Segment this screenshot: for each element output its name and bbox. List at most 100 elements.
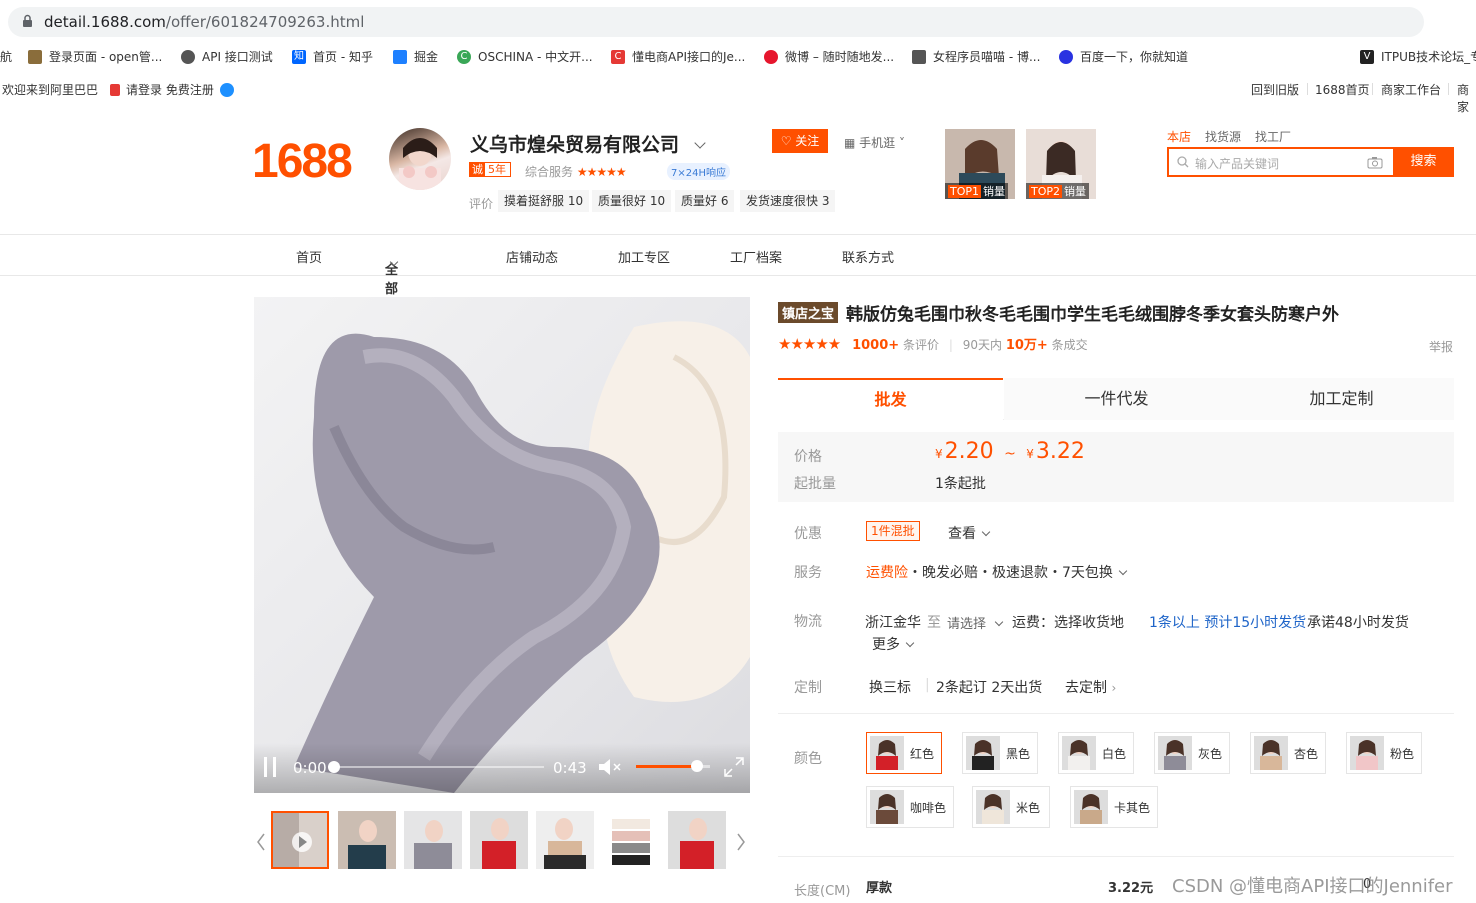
bookmark-item[interactable]: API 接口测试	[181, 48, 273, 65]
nav-contact[interactable]: 联系方式	[842, 247, 894, 266]
nav-processing[interactable]: 加工专区	[618, 247, 670, 266]
globe-icon	[181, 49, 195, 64]
volume-knob[interactable]	[690, 760, 703, 772]
color-option[interactable]: 咖啡色	[866, 786, 954, 828]
bookmark-item[interactable]: 微博 – 随时随地发...	[764, 48, 894, 65]
thumbnail-image[interactable]	[536, 811, 594, 869]
top-product-thumb[interactable]: TOP2 销量	[1026, 129, 1096, 199]
login-link[interactable]: 请登录 免费注册	[110, 81, 234, 98]
rating-tag[interactable]: 摸着挺舒服 10	[498, 190, 590, 212]
shop-avatar[interactable]	[389, 128, 451, 190]
logistics-label: 物流	[794, 614, 822, 630]
color-option-label: 灰色	[1198, 746, 1223, 761]
pause-icon[interactable]	[263, 757, 277, 777]
thumbnail-video[interactable]	[271, 811, 329, 869]
bookmark-favicon-icon	[28, 49, 42, 64]
url-text[interactable]: detail.1688.com/offer/601824709263.html	[44, 13, 364, 31]
bookmark-item[interactable]: 航	[0, 48, 12, 65]
go-custom-link[interactable]: 去定制 ›	[1065, 677, 1116, 697]
thumbnail-image[interactable]	[602, 811, 660, 869]
color-option[interactable]: 红色	[866, 732, 942, 774]
swatch-image	[976, 790, 1010, 824]
merchant-workbench-link[interactable]: 商家工作台	[1381, 81, 1441, 98]
tab-custom-processing[interactable]: 加工定制	[1229, 378, 1454, 420]
site-logo[interactable]: 1688	[252, 134, 353, 189]
bookmark-item[interactable]: C 懂电商API接口的Je...	[611, 48, 745, 65]
swatch-image	[870, 790, 904, 824]
blog-icon	[912, 49, 926, 64]
video-progress-knob[interactable]	[328, 761, 340, 773]
tab-find-source[interactable]: 找货源	[1205, 130, 1241, 144]
thumbnail-image[interactable]	[404, 811, 462, 869]
cheng-badge: 诚 5年	[469, 162, 511, 177]
color-option[interactable]: 杏色	[1250, 732, 1326, 774]
search-button[interactable]: 搜索	[1393, 147, 1454, 177]
color-option[interactable]: 灰色	[1154, 732, 1230, 774]
color-option[interactable]: 黑色	[962, 732, 1038, 774]
custom-item: 2条起订 2天出货	[936, 680, 1043, 696]
promo-tag: 1件混批	[866, 521, 920, 541]
rating-tag[interactable]: 质量好 6	[675, 190, 735, 212]
divider: |	[925, 677, 930, 693]
color-option[interactable]: 粉色	[1346, 732, 1422, 774]
promo-view-button[interactable]: 查看	[948, 523, 991, 543]
bookmark-item[interactable]: 百度一下，你就知道	[1059, 48, 1188, 65]
destination-select[interactable]: 请选择	[947, 613, 1004, 632]
company-name[interactable]: 义乌市煌朵贸易有限公司	[470, 130, 706, 157]
top-product-thumb[interactable]: TOP1 销量	[945, 129, 1015, 199]
product-video-player[interactable]: 0:00 0:43	[254, 297, 750, 793]
tab-find-factory[interactable]: 找工厂	[1255, 130, 1291, 144]
bookmark-item[interactable]: V ITPUB技术论坛_专	[1360, 48, 1476, 65]
tab-wholesale[interactable]: 批发	[778, 378, 1003, 420]
divider	[778, 713, 1454, 714]
nav-home[interactable]: 首页	[296, 247, 322, 266]
service-items[interactable]: 运费险・晚发必赔・极速退款・7天包换	[866, 562, 1128, 582]
price-label: 价格	[794, 449, 822, 465]
thumbnail-image[interactable]	[338, 811, 396, 869]
color-option-label: 咖啡色	[910, 800, 947, 815]
report-link[interactable]: 举报	[1429, 338, 1453, 355]
tab-this-shop[interactable]: 本店	[1167, 130, 1191, 144]
rating-tag[interactable]: 发货速度很快 3	[740, 190, 836, 212]
search-input[interactable]: 输入产品关键词	[1167, 147, 1393, 177]
mute-icon[interactable]	[598, 757, 624, 777]
swatch-image	[1062, 736, 1096, 770]
chevron-left-icon[interactable]	[256, 833, 266, 851]
bookmark-item[interactable]: C OSCHINA - 中文开...	[457, 48, 593, 65]
old-version-link[interactable]: 回到旧版	[1251, 81, 1299, 98]
treasure-badge: 镇店之宝	[778, 302, 839, 323]
ship-promise: 承诺48小时发货	[1307, 615, 1409, 631]
more-logistics-button[interactable]: 更多	[872, 634, 915, 654]
origin-city: 浙江金华	[865, 615, 921, 631]
chevron-down-icon	[1119, 566, 1128, 576]
nav-factory-profile[interactable]: 工厂档案	[730, 247, 782, 266]
swatch-image	[870, 736, 904, 770]
follow-button[interactable]: ♡ 关注	[772, 129, 828, 153]
color-option[interactable]: 卡其色	[1070, 786, 1158, 828]
mobile-shop-link[interactable]: ▦ 手机逛 ˅	[844, 134, 905, 151]
bookmark-item[interactable]: 知首页 - 知乎	[292, 48, 373, 65]
chevron-down-icon	[982, 527, 991, 537]
color-option-label: 杏色	[1294, 746, 1319, 761]
bookmark-item[interactable]: 登录页面 - open管...	[28, 48, 162, 65]
length-option[interactable]: 厚款	[866, 877, 892, 896]
bookmark-item[interactable]: 女程序员喵喵 - 博...	[912, 48, 1040, 65]
tab-dropship[interactable]: 一件代发	[1004, 378, 1229, 420]
volume-slider[interactable]	[636, 760, 710, 772]
thumbnail-image[interactable]	[470, 811, 528, 869]
merchant-link[interactable]: 商家	[1457, 81, 1476, 115]
video-progress-bar[interactable]	[328, 761, 544, 773]
chevron-right-icon[interactable]	[736, 833, 746, 851]
bookmark-item[interactable]: 掘金	[393, 48, 438, 65]
nav-shop-news[interactable]: 店铺动态	[506, 247, 558, 266]
moq-label: 起批量	[794, 476, 836, 492]
rating-tag[interactable]: 质量很好 10	[592, 190, 672, 212]
camera-icon[interactable]	[1367, 156, 1383, 169]
product-image	[294, 321, 750, 793]
color-option[interactable]: 白色	[1058, 732, 1134, 774]
fullscreen-icon[interactable]	[724, 757, 744, 777]
thumbnail-image[interactable]	[668, 811, 726, 869]
color-option[interactable]: 米色	[972, 786, 1050, 828]
search-scope-tabs: 本店 找货源 找工厂	[1167, 128, 1305, 145]
home-1688-link[interactable]: 1688首页	[1315, 81, 1370, 98]
